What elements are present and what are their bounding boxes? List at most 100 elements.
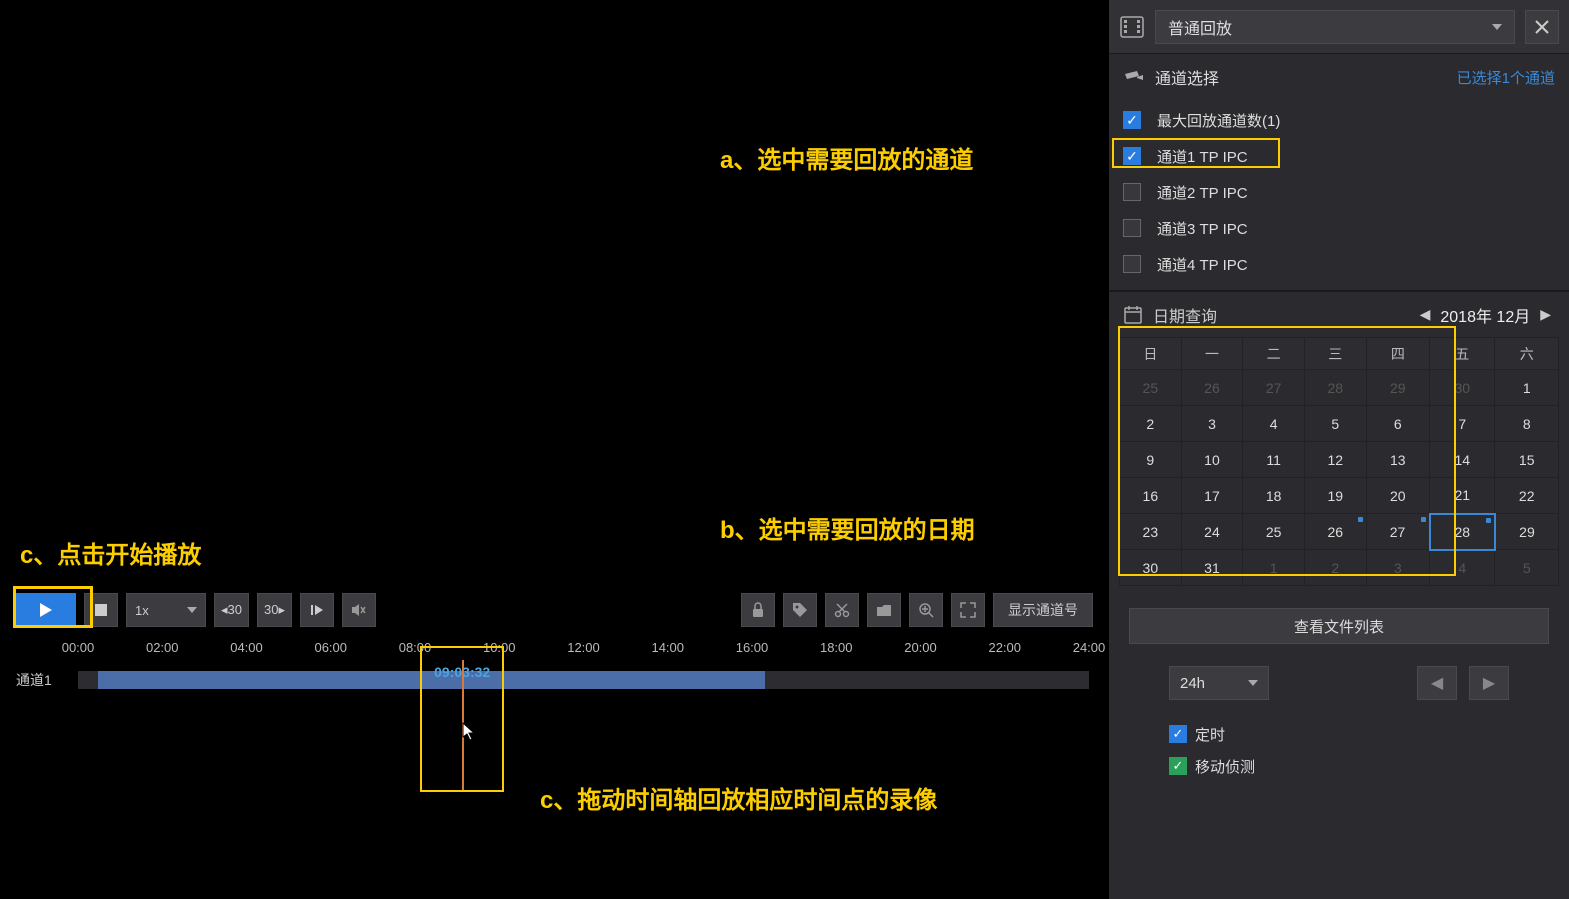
time-tick: 24:00 bbox=[1073, 640, 1106, 655]
save-button[interactable] bbox=[867, 593, 901, 627]
calendar-day[interactable]: 26 bbox=[1181, 370, 1243, 406]
prev-month-button[interactable]: ◀ bbox=[1416, 306, 1435, 323]
calendar-day[interactable]: 28 bbox=[1430, 514, 1495, 550]
legend-motion[interactable]: ✓ 移动侦测 bbox=[1169, 750, 1509, 782]
calendar-day[interactable]: 21 bbox=[1430, 478, 1495, 514]
step-button[interactable] bbox=[300, 593, 334, 627]
calendar-day[interactable]: 27 bbox=[1243, 370, 1305, 406]
time-tick: 06:00 bbox=[314, 640, 347, 655]
calendar-day[interactable]: 2 bbox=[1304, 550, 1366, 586]
camera-icon bbox=[1123, 68, 1145, 86]
calendar-day[interactable]: 19 bbox=[1304, 478, 1366, 514]
calendar-day[interactable]: 27 bbox=[1366, 514, 1430, 550]
calendar-day[interactable]: 23 bbox=[1120, 514, 1182, 550]
calendar-day[interactable]: 13 bbox=[1366, 442, 1430, 478]
dow-header: 六 bbox=[1495, 338, 1559, 370]
calendar-day[interactable]: 25 bbox=[1120, 370, 1182, 406]
selected-count: 已选择1个通道 bbox=[1457, 67, 1555, 88]
page-prev-button[interactable]: ◀ bbox=[1417, 666, 1457, 700]
calendar-day[interactable]: 31 bbox=[1181, 550, 1243, 586]
mute-button[interactable] bbox=[342, 593, 376, 627]
back-30s-button[interactable]: ◂30 bbox=[214, 593, 249, 627]
checkbox-icon bbox=[1123, 255, 1141, 273]
calendar-day[interactable]: 12 bbox=[1304, 442, 1366, 478]
calendar-day[interactable]: 11 bbox=[1243, 442, 1305, 478]
time-tick: 04:00 bbox=[230, 640, 263, 655]
annotation-a: a、选中需要回放的通道 bbox=[720, 140, 973, 175]
calendar-day[interactable]: 16 bbox=[1120, 478, 1182, 514]
calendar-day[interactable]: 4 bbox=[1243, 406, 1305, 442]
cursor-icon bbox=[462, 722, 478, 742]
channel-item-1[interactable]: ✓ 通道1 TP IPC bbox=[1123, 138, 1555, 174]
calendar-day[interactable]: 28 bbox=[1304, 370, 1366, 406]
calendar-day[interactable]: 30 bbox=[1120, 550, 1182, 586]
time-range-dropdown[interactable]: 24h bbox=[1169, 666, 1269, 700]
max-channels-label: 最大回放通道数(1) bbox=[1157, 110, 1280, 131]
annotation-c1: c、点击开始播放 bbox=[20, 535, 201, 570]
channel-label: 通道2 TP IPC bbox=[1157, 182, 1248, 203]
calendar-day[interactable]: 1 bbox=[1495, 370, 1559, 406]
calendar-day[interactable]: 15 bbox=[1495, 442, 1559, 478]
max-channels-item[interactable]: ✓ 最大回放通道数(1) bbox=[1123, 102, 1555, 138]
channel-section-title: 通道选择 bbox=[1155, 65, 1219, 89]
calendar-day[interactable]: 2 bbox=[1120, 406, 1182, 442]
playback-mode-dropdown[interactable]: 普通回放 bbox=[1155, 10, 1515, 44]
calendar-day[interactable]: 4 bbox=[1430, 550, 1495, 586]
legend-scheduled[interactable]: ✓ 定时 bbox=[1169, 718, 1509, 750]
playback-mode-label: 普通回放 bbox=[1168, 15, 1232, 39]
dow-header: 一 bbox=[1181, 338, 1243, 370]
view-file-list-button[interactable]: 查看文件列表 bbox=[1129, 608, 1549, 644]
annotation-c2: c、拖动时间轴回放相应时间点的录像 bbox=[540, 780, 937, 815]
checkbox-icon: ✓ bbox=[1123, 147, 1141, 165]
calendar-day[interactable]: 29 bbox=[1366, 370, 1430, 406]
channel-item-2[interactable]: 通道2 TP IPC bbox=[1123, 174, 1555, 210]
calendar-day[interactable]: 6 bbox=[1366, 406, 1430, 442]
time-tick: 14:00 bbox=[651, 640, 684, 655]
channel-item-3[interactable]: 通道3 TP IPC bbox=[1123, 210, 1555, 246]
calendar-day[interactable]: 3 bbox=[1366, 550, 1430, 586]
calendar-day[interactable]: 20 bbox=[1366, 478, 1430, 514]
calendar-day[interactable]: 1 bbox=[1243, 550, 1305, 586]
stop-button[interactable] bbox=[84, 593, 118, 627]
channel-label: 通道1 TP IPC bbox=[1157, 146, 1248, 167]
chevron-down-icon bbox=[1248, 680, 1258, 686]
calendar-day[interactable]: 30 bbox=[1430, 370, 1495, 406]
page-next-button[interactable]: ▶ bbox=[1469, 666, 1509, 700]
zoom-button[interactable] bbox=[909, 593, 943, 627]
calendar-day[interactable]: 24 bbox=[1181, 514, 1243, 550]
calendar-day[interactable]: 5 bbox=[1304, 406, 1366, 442]
show-channel-button[interactable]: 显示通道号 bbox=[993, 593, 1093, 627]
forward-30s-button[interactable]: 30▸ bbox=[257, 593, 292, 627]
calendar-day[interactable]: 7 bbox=[1430, 406, 1495, 442]
calendar-day[interactable]: 18 bbox=[1243, 478, 1305, 514]
calendar-day[interactable]: 25 bbox=[1243, 514, 1305, 550]
tag-button[interactable] bbox=[783, 593, 817, 627]
time-tick: 20:00 bbox=[904, 640, 937, 655]
play-button[interactable] bbox=[16, 593, 76, 627]
calendar-day[interactable]: 9 bbox=[1120, 442, 1182, 478]
clip-button[interactable] bbox=[825, 593, 859, 627]
speed-dropdown[interactable]: 1x bbox=[126, 593, 206, 627]
calendar-day[interactable]: 26 bbox=[1304, 514, 1366, 550]
playback-icon bbox=[1119, 14, 1145, 40]
time-tick: 00:00 bbox=[62, 640, 95, 655]
calendar-day[interactable]: 14 bbox=[1430, 442, 1495, 478]
channel-item-4[interactable]: 通道4 TP IPC bbox=[1123, 246, 1555, 282]
time-tick: 18:00 bbox=[820, 640, 853, 655]
calendar-day[interactable]: 8 bbox=[1495, 406, 1559, 442]
playback-toolbar: 1x ◂30 30▸ 显示通道号 bbox=[0, 590, 1109, 630]
close-button[interactable] bbox=[1525, 10, 1559, 44]
channel-label: 通道4 TP IPC bbox=[1157, 254, 1248, 275]
calendar-day[interactable]: 5 bbox=[1495, 550, 1559, 586]
lock-button[interactable] bbox=[741, 593, 775, 627]
calendar-day[interactable]: 10 bbox=[1181, 442, 1243, 478]
fullscreen-button[interactable] bbox=[951, 593, 985, 627]
time-tick: 16:00 bbox=[736, 640, 769, 655]
calendar-day[interactable]: 3 bbox=[1181, 406, 1243, 442]
calendar-day[interactable]: 17 bbox=[1181, 478, 1243, 514]
dow-header: 五 bbox=[1430, 338, 1495, 370]
timeline-track[interactable]: 通道1 bbox=[0, 666, 1109, 694]
calendar-day[interactable]: 29 bbox=[1495, 514, 1559, 550]
next-month-button[interactable]: ▶ bbox=[1536, 306, 1555, 323]
calendar-day[interactable]: 22 bbox=[1495, 478, 1559, 514]
